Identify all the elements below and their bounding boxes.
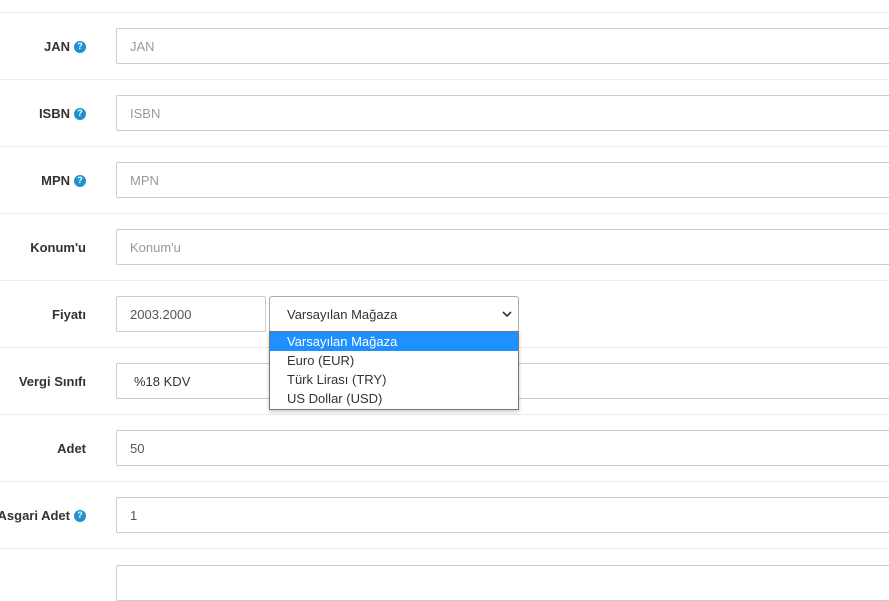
jan-input[interactable] xyxy=(116,28,889,64)
price-label-text: Fiyatı xyxy=(52,307,86,322)
isbn-label-text: ISBN xyxy=(38,106,70,121)
form-row-jan: JAN ? xyxy=(0,12,889,79)
currency-select[interactable]: Varsayılan Mağaza xyxy=(269,296,519,332)
form-row-isbn: ISBN ? xyxy=(0,79,889,146)
question-circle-icon[interactable]: ? xyxy=(74,174,86,187)
form-row-quantity: Adet xyxy=(0,414,889,481)
isbn-input[interactable] xyxy=(116,95,889,131)
question-circle-icon[interactable]: ? xyxy=(74,40,86,53)
price-label: Fiyatı xyxy=(52,281,86,348)
currency-dropdown-list: Varsayılan Mağaza Euro (EUR) Türk Lirası… xyxy=(269,331,519,410)
question-circle-icon[interactable]: ? xyxy=(74,509,86,522)
location-input[interactable] xyxy=(116,229,889,265)
jan-label-text: JAN xyxy=(43,39,70,54)
price-input[interactable] xyxy=(116,296,266,332)
mpn-label: MPN ? xyxy=(41,147,86,214)
currency-option-default[interactable]: Varsayılan Mağaza xyxy=(270,332,518,351)
mpn-input[interactable] xyxy=(116,162,889,198)
currency-option-usd[interactable]: US Dollar (USD) xyxy=(270,389,518,408)
jan-label: JAN ? xyxy=(44,13,86,80)
quantity-label: Adet xyxy=(57,415,86,482)
currency-option-eur[interactable]: Euro (EUR) xyxy=(270,351,518,370)
isbn-label: ISBN ? xyxy=(39,80,86,147)
mpn-label-text: MPN xyxy=(41,173,70,188)
minimum-label: Asgari Adet ? xyxy=(0,482,86,549)
tax-class-label: Vergi Sınıfı xyxy=(19,348,86,415)
form-row-minimum: Asgari Adet ? xyxy=(0,481,889,548)
quantity-label-text: Adet xyxy=(57,441,86,456)
quantity-input[interactable] xyxy=(116,430,889,466)
tax-class-select-value: %18 KDV xyxy=(134,373,191,389)
minimum-label-text: Asgari Adet xyxy=(0,508,70,523)
location-label: Konum'u xyxy=(30,214,86,281)
form-row-next xyxy=(0,548,889,601)
minimum-input[interactable] xyxy=(116,497,889,533)
next-input[interactable] xyxy=(116,565,889,601)
location-label-text: Konum'u xyxy=(30,240,86,255)
chevron-down-icon xyxy=(502,311,512,318)
form-row-location: Konum'u xyxy=(0,213,889,280)
tax-class-label-text: Vergi Sınıfı xyxy=(18,374,86,389)
form-row-mpn: MPN ? xyxy=(0,146,889,213)
currency-select-value: Varsayılan Mağaza xyxy=(287,306,398,322)
currency-option-try[interactable]: Türk Lirası (TRY) xyxy=(270,370,518,389)
question-circle-icon[interactable]: ? xyxy=(74,107,86,120)
